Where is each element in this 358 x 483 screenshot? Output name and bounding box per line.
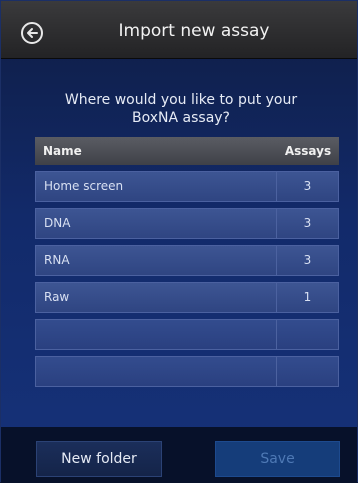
footer-bar: New folder Save [1,427,357,483]
prompt-line-1: Where would you like to put your [64,92,298,108]
row-assays: 3 [303,253,312,267]
row-assays: 3 [303,216,312,230]
back-arrow-icon [27,28,38,38]
table-row-empty[interactable] [35,319,339,350]
row-name: DNA [36,209,277,238]
new-folder-button[interactable]: New folder [36,441,162,477]
prompt-line-2: BoxNA assay? [132,110,230,126]
row-assays [277,357,338,386]
row-name: RNA [36,246,277,275]
back-button[interactable] [21,22,43,44]
row-name [36,357,277,386]
column-header-assays: Assays [284,144,332,158]
import-assay-screen: Import new assay Where would you like to… [0,0,358,483]
row-assays: 1 [303,290,312,304]
page-title: Import new assay [118,21,270,41]
row-assays [277,320,338,349]
table-row-empty[interactable] [35,356,339,387]
row-name: Home screen [36,172,277,201]
folder-table: Name Assays Home screen 3 DNA 3 RNA 3 Ra… [35,137,339,387]
table-header: Name Assays [35,137,339,165]
prompt-text: Where would you like to put your BoxNA a… [31,91,331,127]
column-header-name: Name [43,144,82,158]
save-button[interactable]: Save [215,441,340,477]
row-name: Raw [36,283,277,312]
table-row[interactable]: DNA 3 [35,208,339,239]
header-bar: Import new assay [1,1,357,59]
table-row[interactable]: Raw 1 [35,282,339,313]
row-assays: 3 [303,179,312,193]
row-name [36,320,277,349]
table-row[interactable]: RNA 3 [35,245,339,276]
table-row[interactable]: Home screen 3 [35,171,339,202]
